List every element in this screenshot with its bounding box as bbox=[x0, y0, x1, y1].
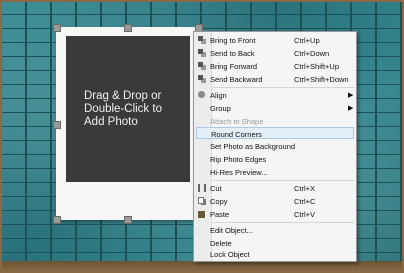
menu-item-shortcut: Ctrl+Up bbox=[294, 36, 320, 45]
page-bottom-edge bbox=[0, 261, 404, 273]
menu-item-shortcut: Ctrl+C bbox=[294, 197, 316, 206]
submenu-arrow-icon: ▶ bbox=[348, 105, 354, 112]
menu-item-label: Lock Object bbox=[210, 250, 250, 259]
photo-placeholder-text: Drag & Drop or Double-Click to Add Photo bbox=[84, 89, 162, 128]
menu-item-bring-to-front[interactable]: Bring to Front Ctrl+Up bbox=[196, 34, 354, 46]
menu-separator bbox=[213, 222, 354, 223]
menu-item-delete[interactable]: Delete bbox=[196, 237, 354, 249]
resize-handle-middle-left[interactable] bbox=[53, 121, 61, 129]
menu-item-lock-object[interactable]: Lock Object bbox=[196, 250, 354, 260]
menu-item-cut[interactable]: Cut Ctrl+X bbox=[196, 182, 354, 194]
menu-item-label: Delete bbox=[210, 239, 232, 248]
menu-item-label: Rip Photo Edges bbox=[210, 155, 267, 164]
menu-item-send-backward[interactable]: Send Backward Ctrl+Shift+Down bbox=[196, 73, 354, 85]
menu-item-shortcut: Ctrl+Shift+Down bbox=[294, 75, 349, 84]
bring-forward-icon bbox=[198, 62, 206, 70]
polaroid-photo-frame[interactable]: Drag & Drop or Double-Click to Add Photo bbox=[56, 27, 199, 220]
paste-icon bbox=[198, 210, 206, 218]
send-to-back-icon bbox=[198, 49, 206, 57]
menu-item-label: Bring Forward bbox=[210, 62, 258, 71]
menu-item-round-corners[interactable]: Round Corners bbox=[196, 127, 354, 139]
menu-item-set-photo-as-background[interactable]: Set Photo as Background bbox=[196, 140, 354, 152]
bring-to-front-icon bbox=[198, 36, 206, 44]
submenu-arrow-icon: ▶ bbox=[348, 92, 354, 99]
menu-item-label: Send to Back bbox=[210, 49, 255, 58]
menu-item-align[interactable]: Align ▶ bbox=[196, 89, 354, 101]
menu-item-shortcut: Ctrl+X bbox=[294, 184, 316, 193]
resize-handle-top-left[interactable] bbox=[53, 24, 61, 32]
menu-item-label: Copy bbox=[210, 197, 228, 206]
menu-item-shortcut: Ctrl+Shift+Up bbox=[294, 62, 340, 71]
menu-item-label: Send Backward bbox=[210, 75, 263, 84]
menu-item-hi-res-preview[interactable]: Hi-Res Preview... bbox=[196, 166, 354, 178]
photo-drop-area[interactable]: Drag & Drop or Double-Click to Add Photo bbox=[66, 36, 190, 182]
menu-item-bring-forward[interactable]: Bring Forward Ctrl+Shift+Up bbox=[196, 60, 354, 72]
resize-handle-bottom-center[interactable] bbox=[124, 216, 132, 224]
menu-item-label: Attach to Shape bbox=[210, 117, 264, 126]
copy-icon bbox=[198, 197, 206, 205]
menu-item-copy[interactable]: Copy Ctrl+C bbox=[196, 195, 354, 207]
menu-item-label: Align bbox=[210, 91, 227, 100]
menu-item-label: Paste bbox=[210, 210, 230, 219]
menu-item-label: Round Corners bbox=[211, 130, 262, 139]
menu-item-shortcut: Ctrl+Down bbox=[294, 49, 330, 58]
menu-item-edit-object[interactable]: Edit Object... bbox=[196, 224, 354, 236]
send-backward-icon bbox=[198, 75, 206, 83]
menu-item-rip-photo-edges[interactable]: Rip Photo Edges bbox=[196, 153, 354, 165]
menu-item-label: Edit Object... bbox=[210, 226, 253, 235]
menu-separator bbox=[213, 87, 354, 88]
menu-item-label: Group bbox=[210, 104, 231, 113]
resize-handle-bottom-left[interactable] bbox=[53, 216, 61, 224]
menu-item-label: Hi-Res Preview... bbox=[210, 168, 268, 177]
canvas: Drag & Drop or Double-Click to Add Photo… bbox=[0, 0, 404, 273]
menu-item-attach-to-shape: Attach to Shape bbox=[196, 115, 354, 127]
menu-item-label: Cut bbox=[210, 184, 222, 193]
menu-separator bbox=[213, 180, 354, 181]
resize-handle-top-center[interactable] bbox=[124, 24, 132, 32]
menu-item-send-to-back[interactable]: Send to Back Ctrl+Down bbox=[196, 47, 354, 59]
menu-item-group[interactable]: Group ▶ bbox=[196, 102, 354, 114]
cut-icon bbox=[198, 184, 206, 192]
menu-item-paste[interactable]: Paste Ctrl+V bbox=[196, 208, 354, 220]
menu-item-label: Bring to Front bbox=[210, 36, 256, 45]
align-icon bbox=[198, 91, 205, 98]
menu-item-label: Set Photo as Background bbox=[210, 142, 296, 151]
context-menu: Bring to Front Ctrl+Up Send to Back Ctrl… bbox=[193, 31, 357, 262]
menu-item-shortcut: Ctrl+V bbox=[294, 210, 316, 219]
